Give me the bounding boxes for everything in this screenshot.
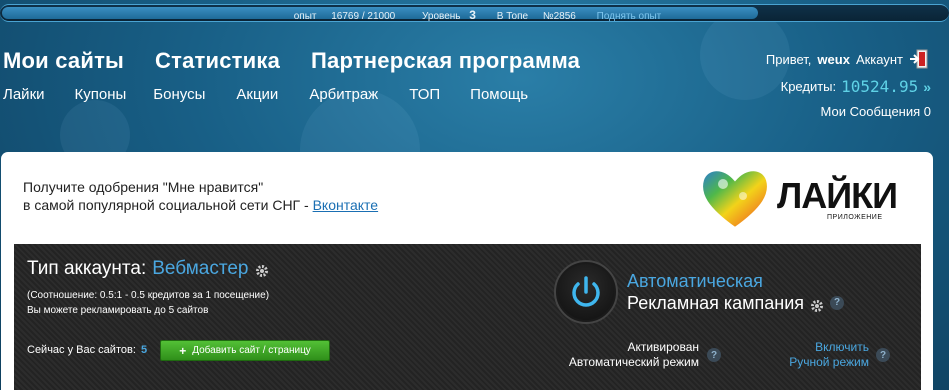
nav-help[interactable]: Помощь: [470, 86, 528, 103]
level-value: 3: [469, 8, 476, 22]
state-auto-mode: Автоматический режим: [568, 355, 699, 369]
user-greeting-line: Привет, weux Аккаунт: [766, 48, 931, 70]
logo-title: ЛАЙКИ: [777, 175, 898, 216]
sub-navigation: Лайки Купоны Бонусы Акции Арбитраж ТОП П…: [3, 86, 528, 103]
account-type: Тип аккаунта: Вебмастер: [27, 258, 269, 280]
user-panel: Привет, weux Аккаунт Кредиты: 10524.95 »…: [766, 48, 931, 119]
level-label: Уровень: [421, 11, 461, 22]
experience-bar-text: опыт 16769 / 21000 Уровень 3 В Топе №285…: [0, 8, 949, 22]
top-rank: №2856: [542, 11, 576, 22]
nav-bonuses[interactable]: Бонусы: [153, 86, 205, 103]
nav-likes[interactable]: Лайки: [3, 86, 45, 103]
sites-label: Сейчас у Вас сайтов:: [27, 344, 136, 356]
limit-note: Вы можете рекламировать до 5 сайтов: [27, 305, 209, 316]
vkontakte-link[interactable]: Вконтакте: [313, 197, 379, 213]
power-button[interactable]: [554, 260, 618, 324]
plus-icon: +: [179, 343, 187, 358]
promo-line-1: Получите одобрения "Мне нравится": [23, 179, 264, 195]
nav-statistics[interactable]: Статистика: [155, 48, 280, 74]
account-notes: (Соотношение: 0.5:1 - 0.5 кредитов за 1 …: [27, 288, 269, 318]
gear-icon[interactable]: [255, 262, 269, 277]
campaign-title-auto: Автоматическая: [627, 271, 763, 291]
greeting-text: Привет,: [765, 51, 812, 67]
account-link[interactable]: Аккаунт: [856, 52, 903, 67]
likes-app-logo: ЛАЙКИ ПРИЛОЖЕНИЕ: [697, 162, 913, 234]
nav-partner-program[interactable]: Партнерская программа: [311, 48, 580, 74]
promo-text: Получите одобрения "Мне нравится" в само…: [23, 178, 378, 214]
state-activated: Активирован: [627, 340, 699, 354]
rainbow-heart-icon: [701, 169, 769, 230]
credits-label: Кредиты:: [780, 79, 837, 94]
ratio-note: (Соотношение: 0.5:1 - 0.5 кредитов за 1 …: [27, 290, 270, 301]
top-label: В Топе: [496, 11, 529, 22]
campaign-title: Автоматическая Рекламная кампания ?: [627, 270, 845, 314]
main-navigation: Мои сайты Статистика Партнерская програм…: [3, 48, 580, 74]
nav-my-sites[interactable]: Мои сайты: [3, 48, 124, 74]
nav-promotions[interactable]: Акции: [236, 86, 278, 103]
manual-line-1: Включить: [815, 340, 869, 354]
logo-subtitle: ПРИЛОЖЕНИЕ: [827, 214, 883, 221]
add-site-button-label: Добавить сайт / страницу: [192, 345, 311, 356]
my-messages-link[interactable]: Мои Сообщения 0: [766, 104, 931, 119]
account-type-label: Тип аккаунта:: [27, 258, 147, 279]
boost-experience-link[interactable]: Поднять опыт: [597, 11, 662, 22]
exit-door-icon[interactable]: [909, 49, 931, 69]
credits-arrow-icon[interactable]: »: [923, 79, 931, 95]
campaign-title-ad: Рекламная кампания: [627, 293, 805, 313]
sites-count-line: Сейчас у Вас сайтов: 5: [27, 344, 147, 356]
content-panel: Получите одобрения "Мне нравится" в само…: [1, 152, 933, 390]
xp-label: опыт: [293, 11, 317, 22]
credits-line: Кредиты: 10524.95 »: [766, 77, 931, 96]
help-icon[interactable]: ?: [707, 348, 721, 362]
power-icon: [572, 276, 600, 307]
nav-top[interactable]: ТОП: [409, 86, 440, 103]
campaign-state: Активирован Автоматический режим: [564, 340, 699, 370]
account-box: Тип аккаунта: Вебмастер (Соотношение: 0.…: [14, 244, 921, 390]
nav-coupons[interactable]: Купоны: [75, 86, 127, 103]
nav-arbitrage[interactable]: Арбитраж: [309, 86, 378, 103]
help-icon[interactable]: ?: [876, 348, 890, 362]
manual-line-2: Ручной режим: [789, 355, 869, 369]
help-icon[interactable]: ?: [830, 296, 845, 310]
add-site-button[interactable]: + Добавить сайт / страницу: [160, 340, 330, 361]
account-type-value: Вебмастер: [152, 258, 249, 279]
promo-line-2: в самой популярной социальной сети СНГ -: [23, 197, 309, 213]
gear-icon[interactable]: [810, 296, 824, 312]
username: weux: [817, 51, 850, 67]
credits-value: 10524.95: [841, 77, 919, 96]
campaign-title-row: Рекламная кампания ?: [627, 292, 845, 314]
enable-manual-mode-link[interactable]: Включить Ручной режим: [774, 340, 869, 370]
xp-value: 16769 / 21000: [331, 11, 396, 22]
sites-count: 5: [140, 344, 148, 356]
